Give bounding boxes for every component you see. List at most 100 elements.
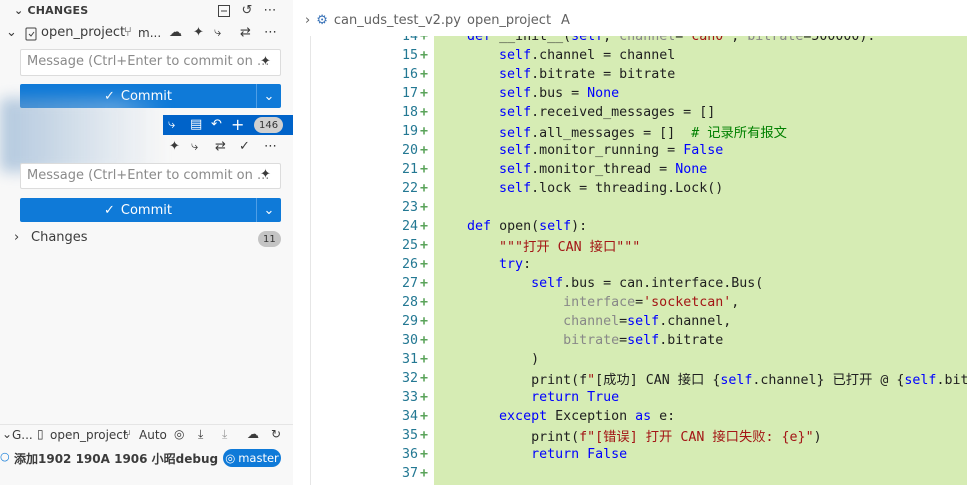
added-line-marker: + [420,352,429,367]
added-line-marker: + [420,86,429,101]
line-number: 25 [401,238,418,253]
collapse-all-icon[interactable] [216,3,232,19]
line-number: 15 [401,48,418,63]
code-line[interactable]: 35 + print(f"[错误] 打开 CAN 接口失败: {e}") [0,426,967,445]
line-number: 21 [401,162,418,177]
line-number: 22 [401,181,418,196]
added-line-marker: + [420,466,429,481]
added-line-marker: + [420,276,429,291]
code-text[interactable]: bitrate=self.bitrate [435,333,723,348]
code-line[interactable]: 15 + self.channel = channel [0,46,967,65]
line-number: 20 [401,143,418,158]
code-text[interactable]: print(f"[成功] CAN 接口 {self.channel} 已打开 @… [435,369,967,388]
code-text[interactable]: self.all_messages = [] # 记录所有报文 [435,122,787,141]
code-line[interactable]: 23 + [0,198,967,217]
more-actions-icon[interactable]: ⋯ [262,2,278,18]
code-line[interactable]: 24 + def open(self): [0,217,967,236]
chevron-down-icon[interactable]: ⌄ [14,4,23,17]
code-line[interactable]: 21 + self.monitor_thread = None [0,160,967,179]
code-line[interactable]: 18 + self.received_messages = [] [0,103,967,122]
code-line[interactable]: 34 + except Exception as e: [0,407,967,426]
breadcrumb-folder[interactable]: open_project [467,13,551,28]
line-number: 26 [401,257,418,272]
code-text[interactable]: interface='socketcan', [435,295,739,310]
python-file-icon: ⚙ [316,12,328,28]
code-text[interactable]: print(f"[错误] 打开 CAN 接口失败: {e}") [435,426,822,445]
code-line[interactable]: 32 + print(f"[成功] CAN 接口 {self.channel} 已… [0,369,967,388]
code-text[interactable]: return False [435,447,627,462]
code-text[interactable]: self.monitor_running = False [435,143,723,158]
added-line-marker: + [420,67,429,82]
added-line-marker: + [420,162,429,177]
code-line[interactable]: 22 + self.lock = threading.Lock() [0,179,967,198]
added-line-marker: + [420,409,429,424]
code-text[interactable]: return True [435,390,619,405]
line-number: 23 [401,200,418,215]
line-number: 33 [401,390,418,405]
code-line[interactable]: 37 + [0,464,967,483]
added-line-marker: + [420,200,429,215]
line-number: 29 [401,314,418,329]
added-line-marker: + [420,48,429,63]
line-number: 19 [401,124,418,139]
breadcrumb: › ⚙ can_uds_test_v2.py open_project A [305,9,570,31]
code-text[interactable]: self.bus = None [435,86,619,101]
line-number: 35 [401,428,418,443]
line-number: 34 [401,409,418,424]
added-line-marker: + [420,295,429,310]
line-number: 18 [401,105,418,120]
code-line[interactable]: 20 + self.monitor_running = False [0,141,967,160]
code-text[interactable]: channel=self.channel, [435,314,731,329]
added-line-marker: + [420,105,429,120]
code-line[interactable]: 26 + try: [0,255,967,274]
code-line[interactable]: 16 + self.bitrate = bitrate [0,65,967,84]
added-line-marker: + [420,447,429,462]
line-number: 16 [401,67,418,82]
code-text[interactable]: """打开 CAN 接口""" [435,236,640,255]
code-line[interactable]: 29 + channel=self.channel, [0,312,967,331]
code-line[interactable]: 27 + self.bus = can.interface.Bus( [0,274,967,293]
code-text[interactable]: except Exception as e: [435,409,675,424]
line-number: 31 [401,352,418,367]
chevron-right-icon[interactable]: › [305,13,310,28]
code-line[interactable]: 19 + self.all_messages = [] # 记录所有报文 [0,122,967,141]
code-line[interactable]: 33 + return True [0,388,967,407]
code-line[interactable]: 25 + """打开 CAN 接口""" [0,236,967,255]
added-line-marker: + [420,390,429,405]
added-line-marker: + [420,143,429,158]
history-icon[interactable]: ↺ [239,2,255,18]
line-number: 30 [401,333,418,348]
code-text[interactable]: self.bus = can.interface.Bus( [435,276,763,291]
code-text[interactable]: self.bitrate = bitrate [435,67,675,82]
added-line-marker: + [420,219,429,234]
added-line-marker: + [420,314,429,329]
added-line-marker: + [420,333,429,348]
line-number: 32 [401,371,418,386]
breadcrumb-file[interactable]: can_uds_test_v2.py [334,13,461,28]
added-line-marker: + [420,238,429,253]
added-line-marker: + [420,124,429,139]
line-number: 24 [401,219,418,234]
line-number: 37 [401,466,418,481]
code-line[interactable]: 36 + return False [0,445,967,464]
added-line-marker: + [420,428,429,443]
line-number: 17 [401,86,418,101]
added-line-marker: + [420,181,429,196]
code-text[interactable]: self.lock = threading.Lock() [435,181,723,196]
line-number: 36 [401,447,418,462]
code-text[interactable]: ) [435,352,539,367]
changes-header: ⌄ CHANGES [14,4,89,17]
code-text[interactable]: self.monitor_thread = None [435,162,707,177]
code-line[interactable]: 31 + ) [0,350,967,369]
line-number: 27 [401,276,418,291]
file-status: A [561,12,570,28]
line-number: 28 [401,295,418,310]
code-text[interactable]: try: [435,257,531,272]
code-text[interactable]: self.received_messages = [] [435,105,715,120]
code-text[interactable]: def open(self): [435,219,587,234]
code-line[interactable]: 30 + bitrate=self.bitrate [0,331,967,350]
code-line[interactable]: 17 + self.bus = None [0,84,967,103]
code-text[interactable]: self.channel = channel [435,48,675,63]
code-line[interactable]: 28 + interface='socketcan', [0,293,967,312]
added-line-marker: + [420,371,429,386]
